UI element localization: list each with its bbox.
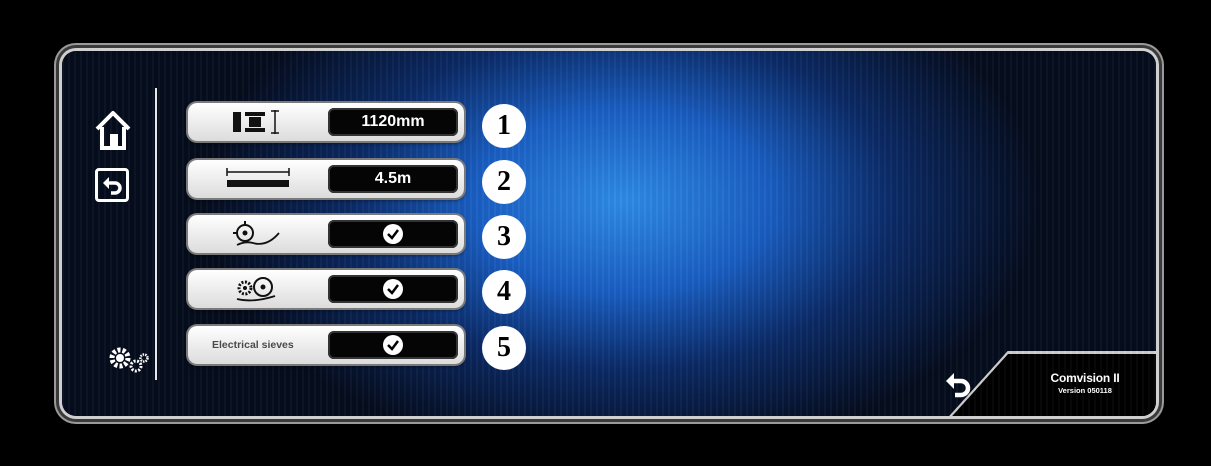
settings-button[interactable] (106, 342, 150, 376)
checkmark-icon (383, 279, 403, 299)
rotor-icon (233, 221, 280, 246)
width-value: 4.5m (374, 170, 412, 187)
back-button[interactable] (95, 168, 129, 202)
sidebar-divider (155, 88, 157, 380)
electrical-sieves-label: Electrical sieves (212, 339, 294, 351)
checkmark-icon (383, 335, 403, 355)
setting-row-2: 4.5m (188, 160, 464, 198)
undo-arrow-icon (103, 177, 122, 195)
gap-value-button[interactable]: 1120mm (328, 108, 458, 136)
row-label-1 (194, 103, 322, 141)
spacing-icon (233, 110, 279, 134)
version-label: Version 050118 (1058, 386, 1112, 395)
checkmark-icon (383, 224, 403, 244)
home-button[interactable] (94, 108, 132, 152)
row-label-3 (194, 215, 322, 253)
row-label-2 (194, 160, 322, 198)
setting-row-5: Electrical sieves (188, 326, 464, 364)
gears-sieve-icon (236, 277, 276, 302)
brand-name: Comvision II (1050, 371, 1120, 385)
brand-block: Comvision II Version 050118 (1040, 371, 1130, 395)
bottom-back-button[interactable] (940, 367, 976, 401)
row-label-4 (194, 270, 322, 308)
gears-icon (109, 347, 149, 373)
row-number-4: 4 (482, 270, 526, 314)
width-icon (226, 168, 290, 187)
row-number-5: 5 (482, 326, 526, 370)
gap-value: 1120mm (361, 113, 425, 130)
undo-arrow-icon (946, 373, 971, 398)
home-icon (95, 111, 131, 150)
setting-row-3 (188, 215, 464, 253)
row-number-1: 1 (482, 104, 526, 148)
setting-row-1: 1120mm (188, 103, 464, 141)
gears-toggle[interactable] (328, 275, 458, 303)
row-number-2: 2 (482, 160, 526, 204)
row-number-3: 3 (482, 215, 526, 259)
width-value-button[interactable]: 4.5m (328, 165, 458, 193)
electrical-sieves-toggle[interactable] (328, 331, 458, 359)
setting-row-4 (188, 270, 464, 308)
rotor-toggle[interactable] (328, 220, 458, 248)
